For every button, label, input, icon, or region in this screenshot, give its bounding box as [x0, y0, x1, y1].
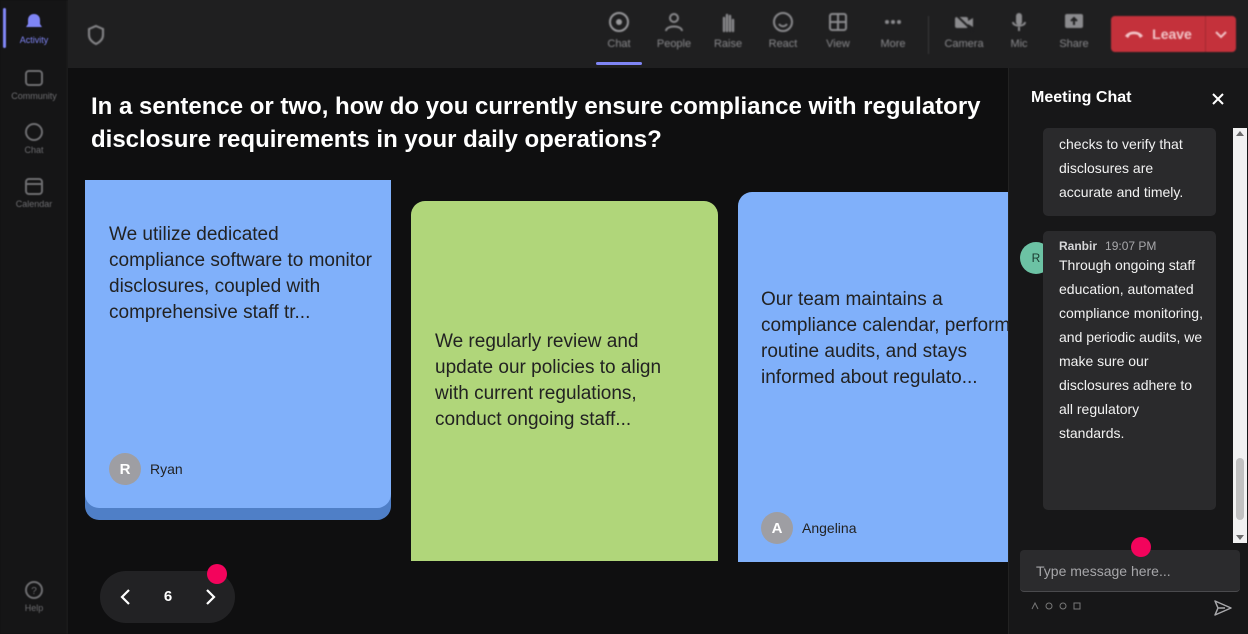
- leave-dropdown[interactable]: [1206, 29, 1236, 39]
- chat-messages[interactable]: checks to verify that disclosures are ac…: [1009, 128, 1248, 543]
- smiley-icon: [773, 12, 793, 32]
- toolbar-view-button[interactable]: View: [813, 10, 863, 58]
- card-text: We regularly review and update our polic…: [435, 331, 662, 430]
- help-icon: ?: [25, 581, 43, 599]
- toolbar-camera-label: Camera: [944, 38, 984, 50]
- toolbar-people-label: People: [656, 38, 692, 50]
- toolbar-react-label: React: [768, 38, 798, 50]
- calendar-icon: [25, 178, 43, 195]
- message-text: Through ongoing staff education, automat…: [1059, 257, 1203, 441]
- leave-main[interactable]: Leave: [1111, 16, 1205, 52]
- community-icon: [25, 70, 43, 86]
- toolbar-chat-button[interactable]: Chat: [594, 10, 644, 58]
- chevron-down-icon: [1215, 31, 1227, 39]
- meeting-chat-panel: Meeting Chat checks to verify that discl…: [1008, 68, 1248, 634]
- chat-bubble-icon: [609, 12, 629, 32]
- toolbar-chat-label: Chat: [607, 38, 631, 50]
- toolbar-mic-button[interactable]: Mic: [994, 10, 1044, 58]
- share-icon: [1065, 14, 1083, 28]
- scroll-down-arrow[interactable]: [1236, 535, 1244, 540]
- toolbar-share-button[interactable]: Share: [1049, 10, 1099, 58]
- message-author: Ranbir: [1059, 239, 1098, 253]
- raise-hand-icon: [722, 13, 735, 33]
- close-icon[interactable]: [1209, 90, 1227, 108]
- rail-item-community[interactable]: Community: [0, 68, 68, 101]
- svg-text:?: ?: [31, 586, 37, 597]
- author-name: Ryan: [150, 461, 183, 477]
- response-card-1[interactable]: We utilize dedicated compliance software…: [85, 180, 391, 520]
- chat-title: Meeting Chat: [1031, 89, 1132, 106]
- chat-scrollbar[interactable]: [1233, 128, 1247, 543]
- card-text: We utilize dedicated compliance software…: [109, 224, 372, 323]
- response-card-3[interactable]: Our team maintains a compliance calendar…: [738, 192, 1008, 562]
- rail-item-label: Community: [11, 91, 57, 101]
- scrollbar-thumb[interactable]: [1236, 458, 1244, 520]
- shield-icon[interactable]: [86, 24, 106, 46]
- chat-message: Ranbir 19:07 PM Through ongoing staff edu…: [1043, 231, 1216, 510]
- rail-item-help[interactable]: ? Help: [0, 580, 68, 613]
- toolbar-share-label: Share: [1059, 38, 1089, 50]
- presentation-stage: In a sentence or two, how do you current…: [68, 68, 1008, 634]
- attach-icon[interactable]: [1045, 602, 1053, 610]
- toolbar-more-button[interactable]: More: [868, 10, 918, 58]
- avatar: R: [109, 453, 141, 485]
- format-icon[interactable]: [1031, 602, 1039, 610]
- more-icon: [885, 20, 901, 24]
- chat-message: checks to verify that disclosures are ac…: [1043, 128, 1216, 216]
- message-text: checks to verify that disclosures are ac…: [1059, 136, 1184, 200]
- page-number: 6: [163, 588, 173, 605]
- rail-item-activity[interactable]: Activity: [0, 12, 68, 45]
- rail-item-label: Help: [24, 603, 44, 613]
- hang-up-icon: [1125, 31, 1144, 38]
- response-card-2[interactable]: We regularly review and update our polic…: [411, 201, 718, 561]
- toolbar-view-label: View: [826, 38, 850, 50]
- gif-icon[interactable]: [1073, 602, 1081, 610]
- rail-item-calendar[interactable]: Calendar: [0, 176, 68, 209]
- card-author: R Ryan: [109, 453, 183, 485]
- rail-item-label: Activity: [19, 35, 49, 45]
- toolbar-mic-label: Mic: [1010, 38, 1028, 50]
- camera-off-icon: [954, 13, 974, 32]
- scroll-up-arrow[interactable]: [1236, 131, 1244, 136]
- rail-item-label: Chat: [24, 145, 44, 155]
- meeting-toolbar: Chat People Raise React View More Camera: [68, 0, 1248, 68]
- leave-label: Leave: [1152, 26, 1192, 42]
- toolbar-divider: [928, 16, 929, 54]
- toolbar-people-button[interactable]: People: [649, 10, 699, 58]
- poll-question: In a sentence or two, how do you current…: [91, 93, 981, 153]
- chat-tab-indicator: [596, 62, 642, 65]
- avatar: A: [761, 512, 793, 544]
- people-icon: [665, 13, 683, 32]
- card-author: A Angelina: [761, 512, 857, 544]
- emoji-icon[interactable]: [1059, 602, 1067, 610]
- message-input[interactable]: [1020, 550, 1240, 591]
- send-icon[interactable]: [1213, 598, 1233, 618]
- chevron-right-icon[interactable]: [200, 587, 220, 607]
- leave-button[interactable]: Leave: [1111, 16, 1236, 52]
- card-face: We utilize dedicated compliance software…: [85, 180, 391, 508]
- message-time: 19:07 PM: [1105, 239, 1157, 253]
- left-rail: Activity Community Chat Calendar ? Help: [0, 0, 68, 634]
- chevron-left-icon[interactable]: [116, 587, 136, 607]
- format-toolbar: [1031, 602, 1081, 610]
- card-text: Our team maintains a compliance calendar…: [761, 289, 1008, 388]
- toolbar-more-label: More: [880, 38, 906, 50]
- toolbar-react-button[interactable]: React: [758, 10, 808, 58]
- toolbar-camera-button[interactable]: Camera: [939, 10, 989, 58]
- toolbar-raise-label: Raise: [713, 38, 743, 50]
- mic-icon: [1012, 13, 1026, 31]
- bell-icon: [26, 14, 42, 27]
- grid-view-icon: [829, 13, 847, 31]
- rail-item-label: Calendar: [15, 199, 53, 209]
- toolbar-raise-button[interactable]: Raise: [703, 10, 753, 58]
- rail-item-chat[interactable]: Chat: [0, 122, 68, 155]
- chat-icon: [25, 123, 43, 141]
- message-meta: Ranbir 19:07 PM: [1043, 231, 1216, 253]
- click-indicator-dot: [1131, 537, 1151, 557]
- message-compose[interactable]: [1020, 550, 1240, 592]
- author-name: Angelina: [802, 520, 857, 536]
- click-indicator-dot: [207, 564, 227, 584]
